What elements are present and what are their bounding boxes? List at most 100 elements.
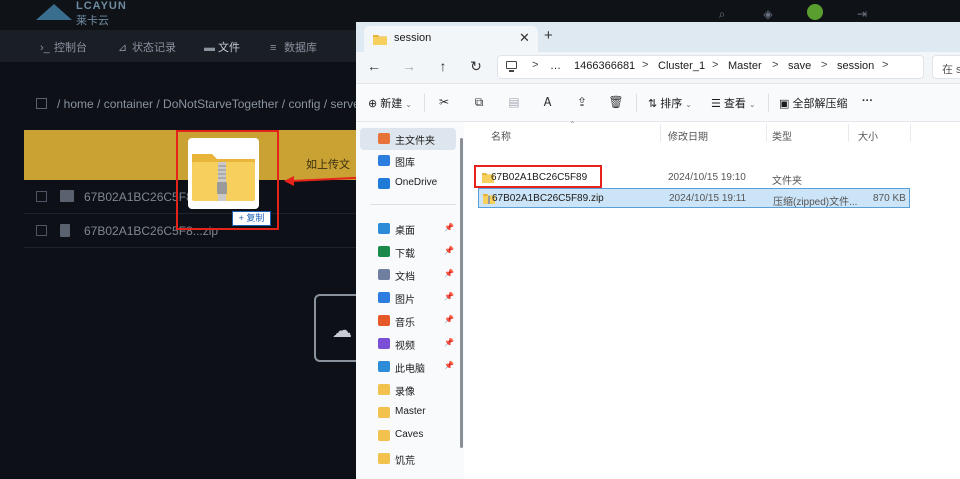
new-button[interactable]: ⊕ 新建 ⌄ <box>368 95 412 111</box>
view-button[interactable]: ☰ 查看 ⌄ <box>711 95 756 111</box>
sidebar-item[interactable]: Master <box>360 402 456 424</box>
nav-status[interactable]: ⊿ 状态记录 <box>118 39 176 55</box>
delete-icon[interactable]: 🗑 <box>608 94 624 110</box>
navigation-pane: 主文件夹图库 OneDrive 桌面 📌 下载 📌 文档 📌 图片 📌 音乐 📌 视频 📌 此电脑 📌 录像 Ma… <box>356 122 464 479</box>
column-divider <box>910 124 911 142</box>
sidebar-item[interactable]: 视频 📌 <box>360 333 456 355</box>
drag-file-thumbnail <box>188 138 259 209</box>
more-options-button[interactable]: ··· <box>862 95 873 107</box>
copy-icon[interactable]: ⧉ <box>471 94 487 110</box>
video-icon <box>378 338 390 349</box>
sidebar-item[interactable]: 饥荒 <box>360 448 456 470</box>
nav-files[interactable]: ▬ 文件 <box>204 39 240 55</box>
sidebar-item[interactable]: 录像 <box>360 379 456 401</box>
sidebar-item[interactable]: Caves <box>360 425 456 447</box>
nav-console[interactable]: ›_ 控制台 <box>40 39 87 55</box>
column-header-modified[interactable]: 修改日期 <box>668 128 708 143</box>
sidebar-item-label: Caves <box>395 429 424 440</box>
gallery-icon <box>378 155 390 166</box>
up-button[interactable]: ↑ <box>435 58 451 76</box>
logo-mark-icon <box>36 4 72 20</box>
title-bar: session ✕ + <box>356 22 960 52</box>
nav-scrollbar[interactable] <box>460 138 463 448</box>
rename-icon[interactable]: Ꭺ <box>540 94 556 110</box>
breadcrumb-item[interactable]: Cluster_1 <box>658 60 705 72</box>
sidebar-item-label: 主文件夹 <box>395 136 435 147</box>
extract-all-button[interactable]: ▣ 全部解压缩 <box>779 95 847 111</box>
pin-icon[interactable]: 📌 <box>444 361 454 370</box>
desktop-icon <box>378 223 390 234</box>
column-header-type[interactable]: 类型 <box>772 128 792 143</box>
breadcrumb-item[interactable]: session <box>837 60 874 72</box>
address-field[interactable]: > … 1466366681 > Cluster_1 > Master > sa… <box>497 55 924 79</box>
breadcrumb-item[interactable]: 1466366681 <box>574 60 635 72</box>
search-icon[interactable]: ⌕ <box>714 6 730 22</box>
divider <box>768 94 769 112</box>
chevron-right-icon: > <box>642 59 649 71</box>
extract-icon: ▣ <box>779 98 793 110</box>
home-icon <box>378 133 390 144</box>
pin-icon[interactable]: 📌 <box>444 315 454 324</box>
sidebar-item[interactable]: 下载 📌 <box>360 241 456 263</box>
avatar[interactable] <box>807 4 823 20</box>
sidebar-item-label: 音乐 <box>395 318 415 329</box>
plus-icon: ⊕ <box>368 98 381 110</box>
paste-icon[interactable]: ▤ <box>506 94 522 110</box>
computer-icon <box>378 361 390 372</box>
file-row[interactable]: 67B02A1BC26C5F89.zip 2024/10/15 19:11 压缩(z… <box>478 188 910 208</box>
column-header-name[interactable]: 名称 <box>491 128 511 143</box>
layers-icon[interactable]: ◈ <box>760 6 776 22</box>
breadcrumb-item[interactable]: Master <box>728 60 762 72</box>
view-icon: ☰ <box>711 98 724 110</box>
upload-dropzone[interactable]: ☁ <box>314 294 362 362</box>
sidebar-item-label: 视频 <box>395 341 415 352</box>
sort-button[interactable]: ⇅ 排序 ⌄ <box>648 95 692 111</box>
sidebar-item[interactable]: OneDrive <box>360 173 456 195</box>
sidebar-item[interactable]: 图库 <box>360 150 456 172</box>
file-explorer-window: session ✕ + ← → ↑ ↻ > … 1466366681 > Clu… <box>356 22 960 479</box>
divider <box>370 204 456 205</box>
close-icon[interactable]: ✕ <box>519 30 530 46</box>
folder-icon <box>378 384 390 395</box>
refresh-button[interactable]: ↻ <box>468 58 484 76</box>
row-checkbox[interactable] <box>36 191 47 202</box>
breadcrumb-overflow[interactable]: … <box>550 60 561 72</box>
brand-logo[interactable]: LCAYUN 莱卡云 <box>36 0 146 27</box>
new-tab-button[interactable]: + <box>544 27 553 44</box>
sidebar-item[interactable]: 图片 📌 <box>360 287 456 309</box>
nav-database[interactable]: ≡ 数据库 <box>270 39 317 55</box>
pin-icon[interactable]: 📌 <box>444 269 454 278</box>
row-checkbox[interactable] <box>36 225 47 236</box>
pin-icon[interactable]: 📌 <box>444 223 454 232</box>
sidebar-item[interactable]: 音乐 📌 <box>360 310 456 332</box>
sidebar-item[interactable]: 文档 📌 <box>360 264 456 286</box>
cut-icon[interactable]: ✂ <box>436 94 452 110</box>
pin-icon[interactable]: 📌 <box>444 246 454 255</box>
tab-title: session <box>394 32 432 44</box>
select-all-checkbox[interactable] <box>36 98 47 109</box>
sidebar-item[interactable]: 桌面 📌 <box>360 218 456 240</box>
divider <box>636 94 637 112</box>
pin-icon[interactable]: 📌 <box>444 338 454 347</box>
brand-name-cn: 莱卡云 <box>76 15 109 27</box>
file-name: 67B02A1BC26C5F89.zip <box>492 193 604 204</box>
sidebar-item[interactable]: 主文件夹 <box>360 128 456 150</box>
sidebar-item-label: 此电脑 <box>395 364 425 375</box>
breadcrumb-item[interactable]: save <box>788 60 811 72</box>
chevron-right-icon: > <box>772 59 779 71</box>
search-input[interactable]: 在 se <box>932 55 960 79</box>
music-icon <box>378 315 390 326</box>
column-header-size[interactable]: 大小 <box>858 128 878 143</box>
share-icon[interactable]: ⇪ <box>574 94 590 110</box>
file-modified: 2024/10/15 19:10 <box>668 172 746 183</box>
forward-button[interactable]: → <box>401 58 417 76</box>
sort-icon: ⇅ <box>648 98 661 110</box>
sidebar-item[interactable]: 此电脑 📌 <box>360 356 456 378</box>
file-modified: 2024/10/15 19:11 <box>669 193 747 204</box>
pin-icon[interactable]: 📌 <box>444 292 454 301</box>
logout-icon[interactable]: ⇥ <box>854 6 870 22</box>
app-nav: ›_ 控制台 ⊿ 状态记录 ▬ 文件 ≡ 数据库 <box>0 30 360 62</box>
tab-session[interactable]: session ✕ <box>364 26 538 52</box>
file-type: 压缩(zipped)文件... <box>773 197 858 208</box>
back-button[interactable]: ← <box>366 58 382 76</box>
